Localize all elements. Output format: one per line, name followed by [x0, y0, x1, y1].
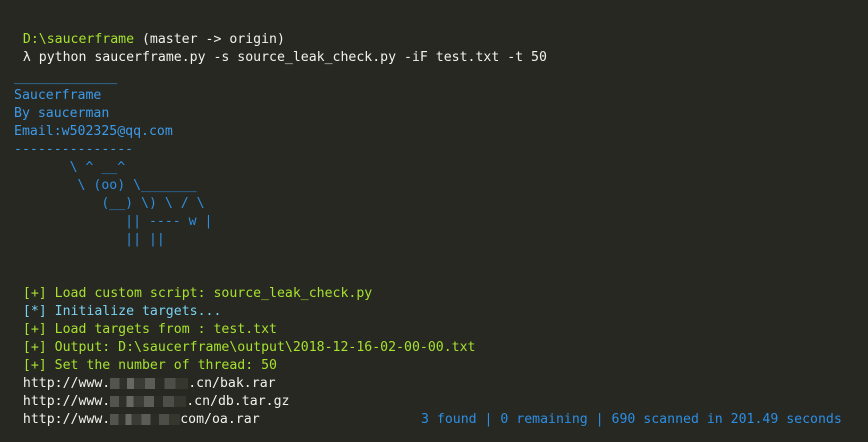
result-url-prefix: http://www.	[22, 412, 111, 427]
log-line: [+] Output: D:\saucerframe\output\2018-1…	[7, 321, 476, 355]
command-line: λ python saucerframe.py -s source_leak_c…	[7, 31, 547, 65]
banner-bottom-rule: ---------------	[14, 142, 134, 157]
banner-author: By saucerman	[14, 106, 110, 121]
banner-top-rule: _____________	[14, 70, 118, 85]
result-url: http://www. .cn/db.tar.gz	[7, 375, 290, 409]
scan-status: 3 found | 0 remaining | 690 scanned in 2…	[421, 412, 842, 427]
ascii-art-line: (__) \) \ / \	[14, 196, 205, 211]
prompt-symbol: λ	[22, 50, 31, 65]
banner-email: Email:w502325@qq.com	[14, 124, 173, 139]
result-url-suffix: com/oa.rar	[180, 412, 260, 427]
result-url: http://www. com/oa.rar	[7, 393, 260, 427]
ascii-art-line: || ---- w |	[14, 214, 213, 229]
redacted-domain	[110, 413, 181, 425]
prompt-line: D:\saucerframe (master -> origin)	[7, 13, 285, 47]
scrollback-ghost	[170, 66, 546, 156]
ascii-art-line: || ||	[14, 232, 165, 247]
log-line: [+] Load custom script: source_leak_chec…	[7, 267, 372, 301]
log-line: [+] Load targets from : test.txt	[7, 303, 277, 337]
result-url: http://www. .cn/bak.rar	[7, 357, 276, 391]
ascii-art-line: \ ^ __^	[14, 160, 126, 175]
banner-name: Saucerframe	[14, 88, 102, 103]
command-text: python saucerframe.py -s source_leak_che…	[30, 50, 547, 65]
log-line: [+] Set the number of thread: 50	[7, 339, 277, 373]
ascii-art-line: \ (oo) \_______	[14, 178, 197, 193]
log-line: [*] Initialize targets...	[7, 285, 222, 319]
